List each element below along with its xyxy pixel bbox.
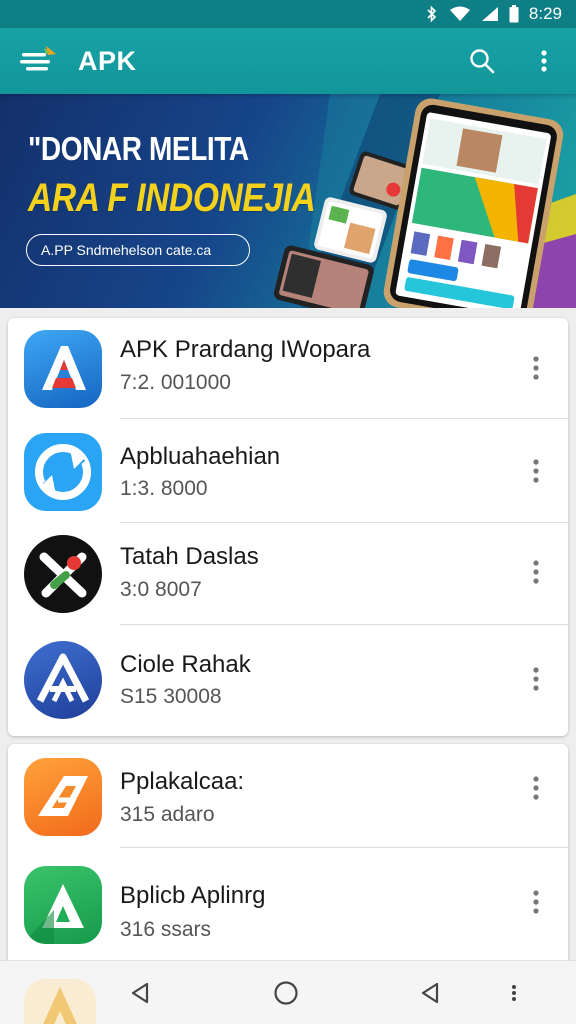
battery-icon <box>509 5 519 23</box>
more-vert-icon[interactable] <box>518 344 554 392</box>
home-icon[interactable] <box>264 973 308 1013</box>
app-bar: APK <box>0 28 576 94</box>
banner-headline: "DONAR MELITA <box>28 130 249 167</box>
list-item[interactable]: APK Prardang IWopara 7:2. 001000 <box>8 318 568 419</box>
refresh-logo-icon <box>24 433 102 511</box>
app-meta: 316 ssars <box>120 918 212 941</box>
back-icon[interactable] <box>118 973 162 1013</box>
promo-banner[interactable]: "DONAR MELITA ARA F INDONEJIA A.PP Sndme… <box>0 94 576 308</box>
a-triangle-logo-icon <box>24 641 102 719</box>
banner-subheadline: ARA F INDONEJIA <box>28 176 316 220</box>
app-name: Tatah Daslas <box>120 543 259 570</box>
banner-button[interactable]: A.PP Sndmehelson cate.ca <box>26 234 250 266</box>
app-meta: 7:2. 001000 <box>120 371 231 394</box>
app-meta: 315 adaro <box>120 803 215 826</box>
list-item[interactable]: Ciole Rahak S15 30008 <box>8 625 568 736</box>
bluetooth-icon <box>425 5 439 23</box>
signal-icon <box>481 6 499 22</box>
app-name: Ciole Rahak <box>120 651 251 678</box>
more-vert-icon[interactable] <box>492 973 536 1013</box>
wifi-icon <box>449 6 471 22</box>
list-item[interactable]: Apbluahaehian 1:3. 8000 <box>8 419 568 523</box>
app-list-card: APK Prardang IWopara 7:2. 001000 Apbluah… <box>8 318 568 736</box>
recents-icon[interactable] <box>408 973 452 1013</box>
more-vert-icon[interactable] <box>518 764 554 812</box>
app-meta: S15 30008 <box>120 685 222 708</box>
app-name: APK Prardang IWopara <box>120 336 371 363</box>
more-vert-icon[interactable] <box>518 548 554 596</box>
green-a-logo-icon <box>24 866 102 944</box>
app-title: APK <box>78 45 137 76</box>
search-icon[interactable] <box>462 41 502 81</box>
more-vert-icon[interactable] <box>518 878 554 926</box>
more-vert-icon[interactable] <box>524 41 564 81</box>
status-bar: 8:29 <box>0 0 576 28</box>
app-name: Pplakalcaa: <box>120 768 245 795</box>
partial-app-icon <box>24 979 96 1024</box>
app-meta: 1:3. 8000 <box>120 477 208 500</box>
app-name: Apbluahaehian <box>120 443 281 470</box>
more-vert-icon[interactable] <box>518 655 554 703</box>
list-item[interactable]: Pplakalcaa: 315 adaro <box>8 744 568 848</box>
navigation-bar <box>0 960 576 1024</box>
menu-logo-icon[interactable] <box>20 44 60 78</box>
orange-a-logo-icon <box>24 758 102 836</box>
list-item[interactable]: Tatah Daslas 3:0 8007 <box>8 523 568 625</box>
x-logo-icon <box>24 535 102 613</box>
more-vert-icon[interactable] <box>518 447 554 495</box>
app-meta: 3:0 8007 <box>120 578 202 601</box>
app-list-card: Pplakalcaa: 315 adaro Bplicb Aplinrg 316… <box>8 744 568 966</box>
a-logo-icon <box>24 330 102 408</box>
status-time: 8:29 <box>528 4 562 23</box>
list-item[interactable]: Bplicb Aplinrg 316 ssars <box>8 848 568 966</box>
app-name: Bplicb Aplinrg <box>120 882 266 909</box>
